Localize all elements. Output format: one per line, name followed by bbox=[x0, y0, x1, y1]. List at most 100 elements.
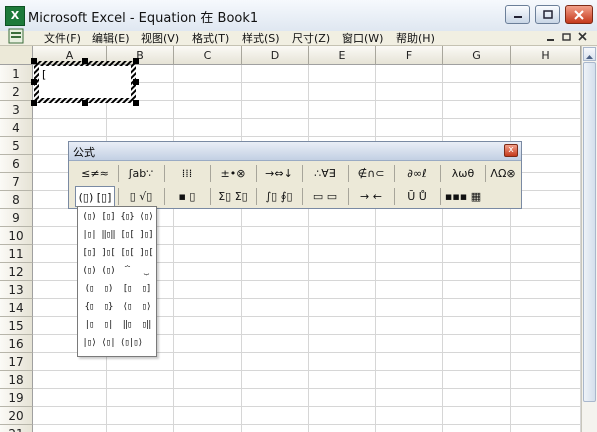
greek-uppercase-button[interactable]: ΛΩ⊗ bbox=[487, 163, 519, 184]
document-icon[interactable] bbox=[8, 27, 26, 45]
menu-format[interactable]: 格式(T) bbox=[192, 30, 229, 46]
template-right-bar[interactable]: ▯| bbox=[99, 317, 117, 333]
equation-object-frame[interactable] bbox=[31, 58, 139, 106]
row-header-21[interactable]: 21 bbox=[0, 425, 33, 432]
row-header-4[interactable]: 4 bbox=[0, 119, 33, 137]
template-norm[interactable]: ‖▯‖ bbox=[99, 227, 117, 243]
template-abs[interactable]: |▯| bbox=[80, 227, 98, 243]
fraction-radical-button[interactable]: ▯ √▯ bbox=[121, 186, 161, 207]
column-header-g[interactable]: G bbox=[443, 46, 511, 65]
doc-restore-icon[interactable] bbox=[560, 31, 574, 43]
template-right-brace[interactable]: ▯} bbox=[99, 299, 117, 315]
column-header-e[interactable]: E bbox=[309, 46, 376, 65]
row-header-17[interactable]: 17 bbox=[0, 353, 33, 371]
template-overbrace[interactable]: ⏞ bbox=[118, 263, 136, 279]
row-header-3[interactable]: 3 bbox=[0, 101, 33, 119]
row-header-12[interactable]: 12 bbox=[0, 263, 33, 281]
template-left-bar[interactable]: |▯ bbox=[80, 317, 98, 333]
labeled-arrow-button[interactable]: → ← bbox=[351, 186, 391, 207]
template-ket[interactable]: |▯⟩ bbox=[80, 335, 98, 351]
excel-app-icon[interactable]: X bbox=[5, 6, 25, 26]
column-header-d[interactable]: D bbox=[242, 46, 309, 65]
template-left-bracket[interactable]: [▯ bbox=[118, 281, 136, 297]
logical-symbols-button[interactable]: ∴∀∃ bbox=[305, 163, 345, 184]
template-underbrace[interactable]: ⏟ bbox=[137, 263, 155, 279]
template-left-brace[interactable]: {▯ bbox=[80, 299, 98, 315]
menu-file[interactable]: 文件(F) bbox=[44, 30, 81, 46]
row-header-8[interactable]: 8 bbox=[0, 191, 33, 209]
scroll-up-button[interactable] bbox=[583, 47, 596, 61]
row-header-10[interactable]: 10 bbox=[0, 227, 33, 245]
template-left-angle[interactable]: ⟨▯ bbox=[118, 299, 136, 315]
set-theory-button[interactable]: ∉∩⊂ bbox=[351, 163, 391, 184]
template-half-open-right[interactable]: ]▯[ bbox=[137, 245, 155, 261]
row-header-7[interactable]: 7 bbox=[0, 173, 33, 191]
template-angle-brackets[interactable]: ⟨▯⟩ bbox=[137, 209, 155, 225]
vertical-scrollbar[interactable] bbox=[581, 46, 597, 432]
doc-close-icon[interactable] bbox=[576, 31, 590, 43]
fence-templates-button[interactable]: (▯) [▯] bbox=[75, 186, 115, 207]
template-paren-a[interactable]: (▯) bbox=[80, 263, 98, 279]
row-header-5[interactable]: 5 bbox=[0, 137, 33, 155]
column-header-h[interactable]: H bbox=[511, 46, 581, 65]
menu-style[interactable]: 样式(S) bbox=[242, 30, 280, 46]
template-left-double-bar[interactable]: ‖▯ bbox=[118, 317, 136, 333]
row-header-2[interactable]: 2 bbox=[0, 83, 33, 101]
summation-templates-button[interactable]: Σ▯ Σ▯ bbox=[213, 186, 253, 207]
template-right-angle[interactable]: ▯⟩ bbox=[137, 299, 155, 315]
row-header-19[interactable]: 19 bbox=[0, 389, 33, 407]
template-double-brackets[interactable]: [▯] bbox=[80, 245, 98, 261]
template-floor[interactable]: [▯[ bbox=[118, 227, 136, 243]
template-braces[interactable]: {▯} bbox=[118, 209, 136, 225]
row-header-15[interactable]: 15 bbox=[0, 317, 33, 335]
arrow-symbols-button[interactable]: →⇔↓ bbox=[259, 163, 299, 184]
products-set-theory-button[interactable]: Ū Ů bbox=[397, 186, 437, 207]
row-header-9[interactable]: 9 bbox=[0, 209, 33, 227]
column-header-f[interactable]: F bbox=[376, 46, 443, 65]
close-button[interactable] bbox=[565, 5, 593, 24]
template-half-open-left[interactable]: [▯[ bbox=[118, 245, 136, 261]
row-header-11[interactable]: 11 bbox=[0, 245, 33, 263]
row-header-1[interactable]: 1 bbox=[0, 65, 33, 83]
row-header-14[interactable]: 14 bbox=[0, 299, 33, 317]
template-parentheses[interactable]: (▯) bbox=[80, 209, 98, 225]
template-bra[interactable]: ⟨▯| bbox=[99, 335, 117, 351]
template-ceiling[interactable]: ]▯] bbox=[137, 227, 155, 243]
template-right-double-bar[interactable]: ▯‖ bbox=[137, 317, 155, 333]
relational-symbols-button[interactable]: ≤≠≈ bbox=[75, 163, 115, 184]
operator-symbols-button[interactable]: ±•⊗ bbox=[213, 163, 253, 184]
palette-title-bar[interactable]: 公式 x bbox=[69, 142, 521, 161]
menu-window[interactable]: 窗口(W) bbox=[342, 30, 383, 46]
row-header-16[interactable]: 16 bbox=[0, 335, 33, 353]
integral-templates-button[interactable]: ∫▯ ∮▯ bbox=[259, 186, 299, 207]
select-all-corner[interactable] bbox=[0, 46, 33, 65]
menu-size[interactable]: 尺寸(Z) bbox=[292, 30, 330, 46]
underbar-overbar-button[interactable]: ▭ ▭ bbox=[305, 186, 345, 207]
template-reverse-brackets[interactable]: ]▯[ bbox=[99, 245, 117, 261]
embellishments-button[interactable]: ⁞⁞⁞ bbox=[167, 163, 207, 184]
row-header-6[interactable]: 6 bbox=[0, 155, 33, 173]
template-right-bracket[interactable]: ▯] bbox=[137, 281, 155, 297]
column-header-c[interactable]: C bbox=[174, 46, 242, 65]
matrix-templates-button[interactable]: ▪▪▪ ▦ bbox=[443, 186, 483, 207]
scroll-thumb[interactable] bbox=[583, 62, 596, 402]
row-header-18[interactable]: 18 bbox=[0, 371, 33, 389]
template-brackets[interactable]: [▯] bbox=[99, 209, 117, 225]
subscript-superscript-button[interactable]: ▪ ▯ bbox=[167, 186, 207, 207]
row-header-13[interactable]: 13 bbox=[0, 281, 33, 299]
misc-symbols-button[interactable]: ∂∞ℓ bbox=[397, 163, 437, 184]
minimize-button[interactable] bbox=[505, 5, 530, 24]
restore-button[interactable] bbox=[535, 5, 560, 24]
palette-close-button[interactable]: x bbox=[504, 144, 518, 157]
template-left-paren[interactable]: (▯ bbox=[80, 281, 98, 297]
template-right-paren[interactable]: ▯) bbox=[99, 281, 117, 297]
template-paren-b[interactable]: (▯) bbox=[99, 263, 117, 279]
greek-lowercase-button[interactable]: λωθ bbox=[443, 163, 483, 184]
menu-edit[interactable]: 编辑(E) bbox=[92, 30, 130, 46]
menu-view[interactable]: 视图(V) bbox=[141, 30, 179, 46]
doc-minimize-icon[interactable] bbox=[544, 31, 558, 43]
row-header-20[interactable]: 20 bbox=[0, 407, 33, 425]
menu-help[interactable]: 帮助(H) bbox=[396, 30, 435, 46]
spaces-ellipses-button[interactable]: ʃab∵ bbox=[121, 163, 161, 184]
template-braket[interactable]: ⟨▯|▯⟩ bbox=[118, 335, 144, 351]
